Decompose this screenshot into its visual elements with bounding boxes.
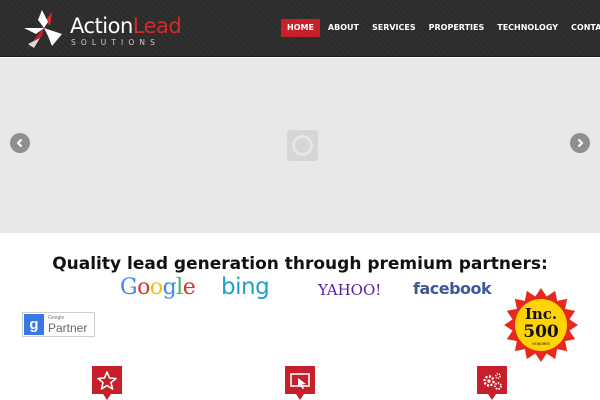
logo-tagline: SOLUTIONS (71, 38, 160, 47)
nav-item-services[interactable]: SERVICES (368, 19, 420, 37)
logo-mark-icon (24, 10, 62, 50)
nav-item-properties[interactable]: PROPERTIES (425, 19, 489, 37)
google-g-icon: g (24, 314, 44, 335)
chevron-left-icon (16, 138, 23, 148)
gears-icon[interactable] (477, 366, 507, 400)
seal-caption: HONOREE (532, 342, 550, 346)
slider-prev-button[interactable] (10, 133, 30, 153)
nav-item-about[interactable]: ABOUT (324, 19, 363, 37)
partners-headline: Quality lead generation through premium … (52, 254, 548, 274)
yahoo-logo: YAHOO! (318, 281, 382, 299)
google-partner-badge[interactable]: g Google Partner (22, 312, 95, 337)
nav-item-home[interactable]: HOME (281, 19, 320, 37)
bing-logo: bing (221, 274, 270, 300)
logo-word-action: Action (70, 14, 133, 38)
main-nav: HOME ABOUT SERVICES PROPERTIES TECHNOLOG… (281, 19, 600, 37)
seal-number: 500 (523, 322, 559, 342)
site-header: ActionLead SOLUTIONS HOME ABOUT SERVICES… (0, 0, 600, 57)
chevron-right-icon (577, 138, 584, 148)
loading-spinner-icon (287, 130, 318, 161)
google-logo: Google (120, 275, 196, 301)
hero-slider (0, 58, 600, 233)
logo-wordmark: ActionLead (70, 14, 182, 38)
monitor-cursor-icon[interactable] (285, 366, 315, 400)
google-partner-label: Partner (48, 321, 88, 335)
star-icon[interactable] (92, 366, 122, 400)
action-lead-logo[interactable]: ActionLead SOLUTIONS (22, 6, 182, 52)
nav-item-contact[interactable]: CONTACT (567, 19, 600, 37)
facebook-logo: facebook (413, 279, 492, 298)
nav-item-technology[interactable]: TECHNOLOGY (493, 19, 562, 37)
inc-500-seal: Inc. 500 HONOREE (504, 288, 578, 362)
google-logo-text: Google (120, 275, 196, 300)
logo-word-lead: Lead (132, 14, 182, 38)
slider-next-button[interactable] (570, 133, 590, 153)
seal-brand: Inc. (525, 305, 557, 323)
